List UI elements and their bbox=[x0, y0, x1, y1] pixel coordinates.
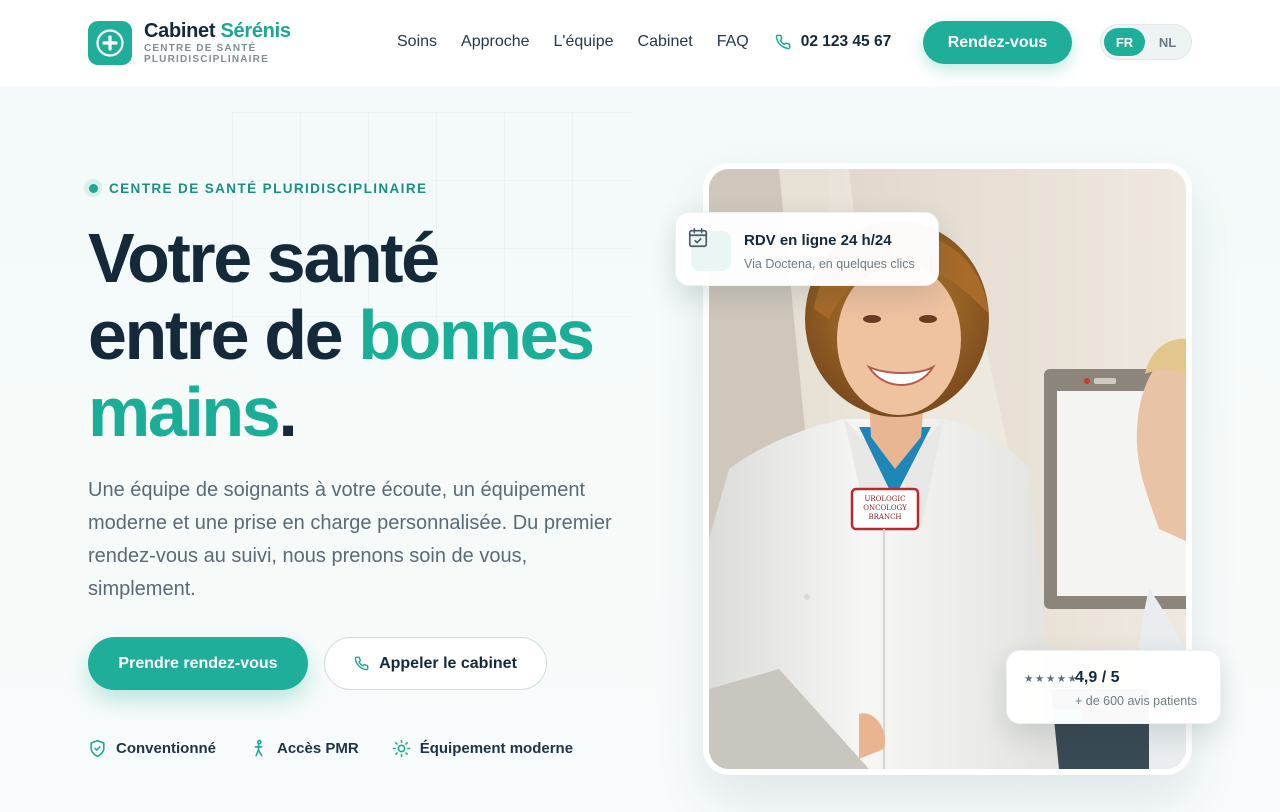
brand-name-accent: Sérénis bbox=[220, 20, 291, 42]
hero-eyebrow: CENTRE DE SANTÉ PLURIDISCIPLINAIRE bbox=[84, 179, 427, 197]
rating-card: ★★★★★ 4,9 / 5 + de 600 avis patients bbox=[1006, 650, 1221, 724]
phone-link[interactable]: 02 123 45 67 bbox=[775, 33, 892, 51]
hero-lead: Une équipe de soignants à votre écoute, … bbox=[88, 479, 612, 600]
sun-icon bbox=[392, 739, 410, 758]
phone-icon bbox=[775, 34, 791, 50]
call-cabinet-button[interactable]: Appeler le cabinet bbox=[324, 637, 547, 690]
main-nav: Soins Approche L'équipe Cabinet FAQ 02 1… bbox=[397, 30, 891, 54]
feature-label: Accès PMR bbox=[277, 740, 359, 757]
badge-line-2: ONCOLOGY bbox=[863, 504, 907, 512]
headline-accent-mains: mains bbox=[88, 373, 281, 451]
nav-link-faq[interactable]: FAQ bbox=[717, 30, 749, 54]
feature-acces-pmr: Accès PMR bbox=[249, 739, 359, 758]
nav-link-soins[interactable]: Soins bbox=[397, 30, 437, 54]
feature-conventionne: Conventionné bbox=[88, 739, 216, 758]
calendar-check-icon bbox=[688, 228, 731, 271]
header-rendez-vous-button[interactable]: Rendez-vous bbox=[923, 21, 1072, 64]
rating-subtitle: + de 600 avis patients bbox=[1075, 694, 1197, 708]
feature-equipement: Équipement moderne bbox=[392, 739, 573, 758]
feature-list: Conventionné Accès PMR Équipement modern… bbox=[88, 739, 606, 758]
headline-line2: entre de bbox=[88, 296, 344, 374]
online-booking-subtitle: Via Doctena, en quelques clics bbox=[744, 257, 915, 271]
star-rating-icon: ★★★★★ bbox=[1024, 673, 1079, 685]
online-booking-title: RDV en ligne 24 h/24 bbox=[744, 232, 892, 249]
site-header: Cabinet Sérénis CENTRE DE SANTÉ PLURIDIS… bbox=[0, 0, 1280, 86]
brand-name: Cabinet Sérénis bbox=[144, 20, 291, 42]
headline-accent-bonnes: bonnes bbox=[358, 296, 595, 374]
book-appointment-button[interactable]: Prendre rendez-vous bbox=[88, 637, 308, 690]
phone-number: 02 123 45 67 bbox=[800, 33, 892, 50]
rating-score: 4,9 / 5 bbox=[1075, 669, 1120, 686]
hero-headline: Votre santé entre de bonnes mains. bbox=[88, 220, 648, 451]
status-dot-icon bbox=[84, 179, 102, 197]
nav-link-cabinet[interactable]: Cabinet bbox=[638, 30, 693, 54]
headline-line1: Votre santé bbox=[88, 219, 440, 297]
badge-line-3: BRANCH bbox=[868, 513, 901, 521]
accessibility-icon bbox=[254, 739, 263, 757]
badge-line-1: UROLOGIC bbox=[864, 495, 905, 503]
logo[interactable]: Cabinet Sérénis CENTRE DE SANTÉ PLURIDIS… bbox=[88, 20, 294, 65]
language-switcher: FR NL bbox=[1100, 24, 1192, 60]
nav-link-equipe[interactable]: L'équipe bbox=[554, 30, 614, 54]
call-cabinet-label: Appeler le cabinet bbox=[379, 654, 517, 672]
eyebrow-text: CENTRE DE SANTÉ PLURIDISCIPLINAIRE bbox=[109, 180, 428, 196]
feature-label: Conventionné bbox=[116, 740, 216, 757]
feature-label: Équipement moderne bbox=[419, 740, 574, 757]
lang-fr[interactable]: FR bbox=[1104, 28, 1145, 56]
nav-link-approche[interactable]: Approche bbox=[461, 30, 530, 54]
online-booking-card[interactable]: RDV en ligne 24 h/24 Via Doctena, en que… bbox=[675, 212, 939, 286]
medical-cross-icon bbox=[88, 20, 132, 65]
lang-nl[interactable]: NL bbox=[1147, 28, 1188, 56]
shield-check-icon bbox=[90, 739, 105, 758]
phone-icon bbox=[354, 656, 369, 671]
brand-subtitle: CENTRE DE SANTÉ PLURIDISCIPLINAIRE bbox=[144, 43, 269, 65]
headline-period: . bbox=[278, 373, 297, 451]
